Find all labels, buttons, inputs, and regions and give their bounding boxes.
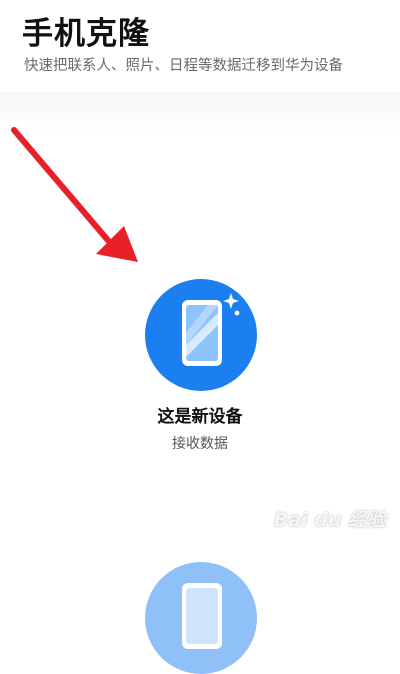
page-subtitle: 快速把联系人、照片、日程等数据迁移到华为设备 [24,58,343,74]
new-device-title: 这是新设备 [157,407,243,427]
phone-icon [182,293,240,366]
new-device-option[interactable]: 这是新设备 接收数据 [0,279,400,459]
new-device-description: 接收数据 [172,436,228,452]
header: 手机克隆 快速把联系人、照片、日程等数据迁移到华为设备 [0,0,400,92]
new-phone-icon [145,279,257,391]
content-area: 这是新设备 接收数据 [0,92,400,674]
sparkle-icon [223,293,239,309]
page-title: 手机克隆 [22,16,150,52]
phone-icon [182,583,222,649]
watermark: Bai du 经验 [273,509,386,531]
old-phone-icon [145,562,257,674]
old-device-option[interactable] [0,562,400,674]
